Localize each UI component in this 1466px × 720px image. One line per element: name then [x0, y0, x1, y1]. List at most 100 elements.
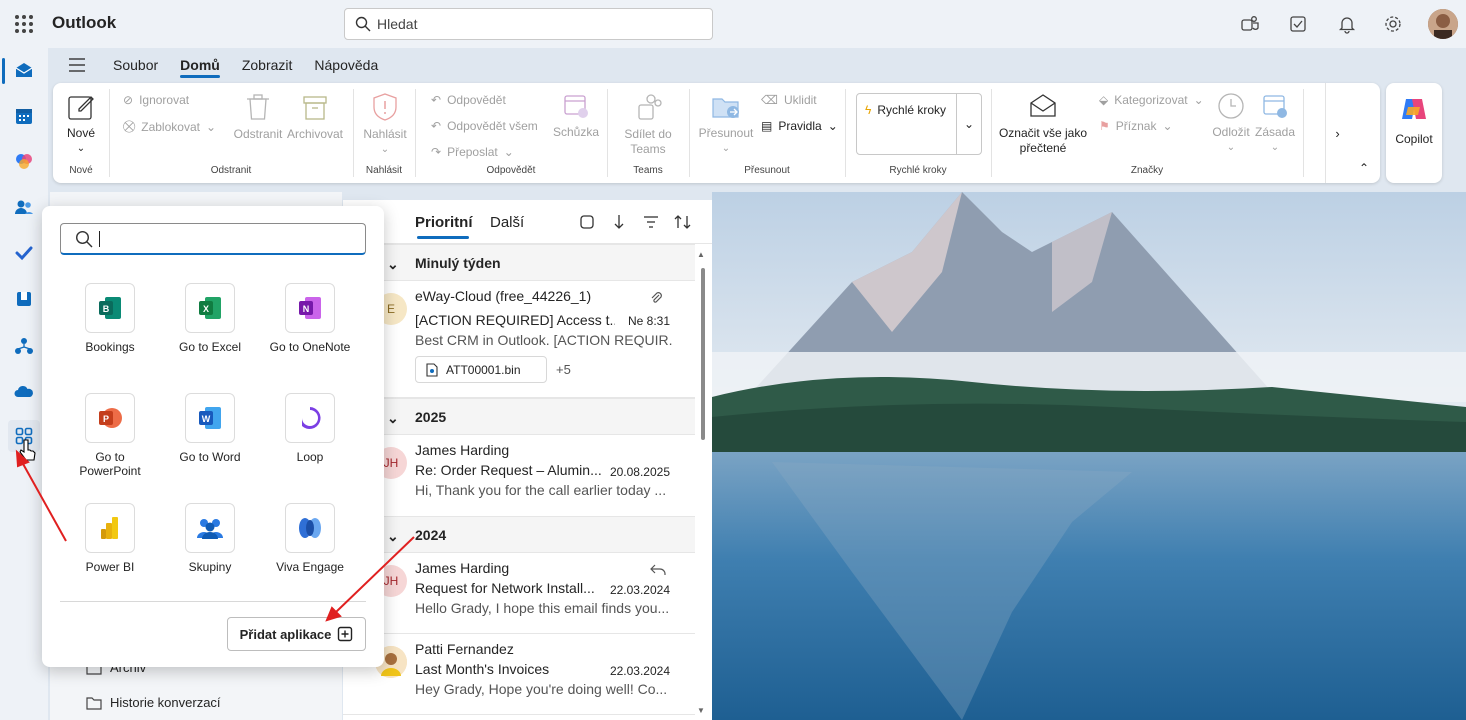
tag-icon: ⬙ [1099, 93, 1109, 107]
ribbon-scroll-right-chevron-icon[interactable]: › [1325, 83, 1349, 183]
rail-mail-icon[interactable] [8, 54, 40, 86]
rail-copilot-icon[interactable] [8, 145, 40, 177]
ribbon-separator [845, 89, 846, 177]
rail-onedrive-icon[interactable] [8, 376, 40, 408]
app-tile-powerpoint[interactable]: P Go to PowerPoint [60, 393, 160, 478]
section-header[interactable]: ⌄ 2024 [343, 516, 695, 553]
notifications-bell-icon[interactable] [1335, 12, 1359, 36]
jump-down-icon[interactable] [611, 213, 627, 234]
tab-view[interactable]: Zobrazit [231, 48, 304, 82]
sort-icon[interactable] [673, 213, 693, 234]
tab-help[interactable]: Nápověda [303, 48, 389, 82]
quick-steps-item[interactable]: ϟ Rychlé kroky [857, 94, 957, 154]
message-item[interactable]: JH James Harding Re: Order Request – Alu… [343, 435, 695, 517]
powerpoint-icon: P [85, 393, 135, 443]
rail-people-icon[interactable] [8, 191, 40, 223]
teams-icon[interactable] [1238, 12, 1262, 36]
scroll-down-arrow-icon[interactable]: ▼ [697, 706, 705, 715]
user-avatar[interactable] [1428, 9, 1458, 39]
ignore-button[interactable]: ⊘ Ignorovat [123, 93, 189, 107]
sweep-icon: ⌫ [761, 93, 778, 107]
app-tile-groups[interactable]: Skupiny [160, 503, 260, 574]
section-title: 2024 [415, 526, 447, 543]
quick-steps-gallery[interactable]: ϟ Rychlé kroky ⌄ [856, 93, 982, 155]
app-tile-label: Loop [296, 450, 324, 464]
new-mail-button[interactable]: Nové ⌄ [61, 91, 101, 156]
svg-text:W: W [202, 414, 211, 424]
scrollbar-thumb[interactable] [701, 268, 705, 440]
move-button[interactable]: Přesunout ⌄ [695, 91, 757, 156]
rail-organizer-icon[interactable] [8, 283, 40, 315]
app-tile-onenote[interactable]: N Go to OneNote [260, 283, 360, 354]
mouse-cursor-icon [18, 438, 38, 467]
flag-button[interactable]: ⚑ Příznak ⌄ [1099, 119, 1173, 133]
reply-button[interactable]: ↶ Odpovědět [431, 93, 506, 107]
scroll-up-arrow-icon[interactable]: ▲ [697, 250, 705, 259]
collapse-ribbon-chevron-up-icon[interactable]: ⌃ [1353, 157, 1375, 179]
message-list-scrollbar[interactable]: ▲ ▼ [697, 250, 710, 720]
quick-steps-expand-chevron-icon[interactable]: ⌄ [957, 94, 981, 154]
rail-todo-icon[interactable] [8, 237, 40, 269]
block-button[interactable]: ⛒ Zablokovat ⌄ [123, 119, 216, 134]
settings-gear-icon[interactable] [1381, 12, 1405, 36]
delete-button[interactable]: Odstranit [231, 91, 285, 142]
app-tile-excel[interactable]: X Go to Excel [160, 283, 260, 354]
sweep-button[interactable]: ⌫ Uklidit [761, 93, 817, 107]
tab-home[interactable]: Domů [169, 48, 231, 82]
group-label-quick-steps: Rychlé kroky [889, 165, 947, 176]
policy-button[interactable]: Zásada ⌄ [1253, 91, 1297, 155]
select-checkbox-icon[interactable] [579, 214, 595, 233]
copilot-button[interactable]: Copilot [1386, 83, 1442, 183]
my-day-icon[interactable] [1286, 12, 1310, 36]
meeting-label: Schůzka [552, 125, 600, 139]
app-tile-bookings[interactable]: B Bookings [60, 283, 160, 354]
app-tile-label: Go to Excel [178, 340, 242, 354]
report-button[interactable]: Nahlásit ⌄ [357, 91, 413, 157]
reply-all-icon: ↶ [431, 119, 442, 133]
group-label-teams: Teams [633, 165, 663, 176]
archive-button[interactable]: Archivovat [285, 91, 345, 142]
tab-focused[interactable]: Prioritní [415, 214, 473, 231]
app-tile-loop[interactable]: Loop [260, 393, 360, 464]
group-label-new: Nové [69, 165, 93, 176]
hamburger-menu-icon[interactable] [52, 58, 102, 72]
message-item[interactable]: JH James Harding Request for Network Ins… [343, 553, 695, 634]
categorize-button[interactable]: ⬙ Kategorizovat ⌄ [1099, 93, 1204, 107]
forward-button[interactable]: ↷ Přeposlat ⌄ [431, 145, 514, 159]
section-header[interactable]: ⌄ 2025 [343, 398, 695, 435]
group-label-delete: Odstranit [210, 165, 252, 176]
message-sender: eWay-Cloud (free_44226_1) [415, 288, 592, 304]
app-tile-word[interactable]: W Go to Word [160, 393, 260, 464]
flag-icon: ⚑ [1099, 119, 1110, 133]
snooze-button[interactable]: Odložit ⌄ [1209, 91, 1253, 155]
message-item[interactable]: Patti Fernandez Last Month's Invoices 22… [343, 634, 695, 715]
rules-label: Pravidla [778, 119, 822, 133]
message-item[interactable]: E eWay-Cloud (free_44226_1) [ACTION REQU… [343, 281, 695, 398]
share-to-teams-button[interactable]: Sdílet do Teams [613, 91, 683, 157]
app-launcher-waffle-icon[interactable] [12, 12, 36, 36]
add-apps-button[interactable]: Přidat aplikace [227, 617, 366, 651]
tab-other[interactable]: Další [490, 214, 524, 231]
paperclip-icon [649, 291, 663, 308]
attachment-chip[interactable]: ATT00001.bin [415, 356, 547, 383]
app-search-input[interactable] [60, 223, 366, 255]
forward-icon: ↷ [431, 145, 442, 159]
folder-conversation-history[interactable]: Historie konverzací [86, 695, 221, 710]
meeting-button[interactable]: Schůzka [551, 91, 601, 140]
chevron-down-icon: ⌄ [380, 144, 390, 155]
section-header[interactable]: ⌄ Minulý týden [343, 244, 695, 281]
rail-org-explorer-icon[interactable] [8, 330, 40, 362]
reply-all-button[interactable]: ↶ Odpovědět všem [431, 119, 538, 133]
app-tile-viva-engage[interactable]: Viva Engage [260, 503, 360, 574]
filter-icon[interactable] [643, 214, 659, 233]
delete-label: Odstranit [233, 127, 283, 141]
mark-all-read-button[interactable]: Označit vše jako přečtené [995, 91, 1091, 156]
rules-button[interactable]: ▤ Pravidla ⌄ [761, 119, 838, 133]
tab-file[interactable]: Soubor [102, 48, 169, 82]
more-attachments-count[interactable]: +5 [556, 362, 571, 377]
app-tile-powerbi[interactable]: Power BI [60, 503, 160, 574]
search-box[interactable]: Hledat [344, 8, 713, 40]
rail-calendar-icon[interactable] [8, 100, 40, 132]
new-label: Nové [66, 126, 95, 140]
message-subject: Request for Network Install... [415, 580, 595, 596]
